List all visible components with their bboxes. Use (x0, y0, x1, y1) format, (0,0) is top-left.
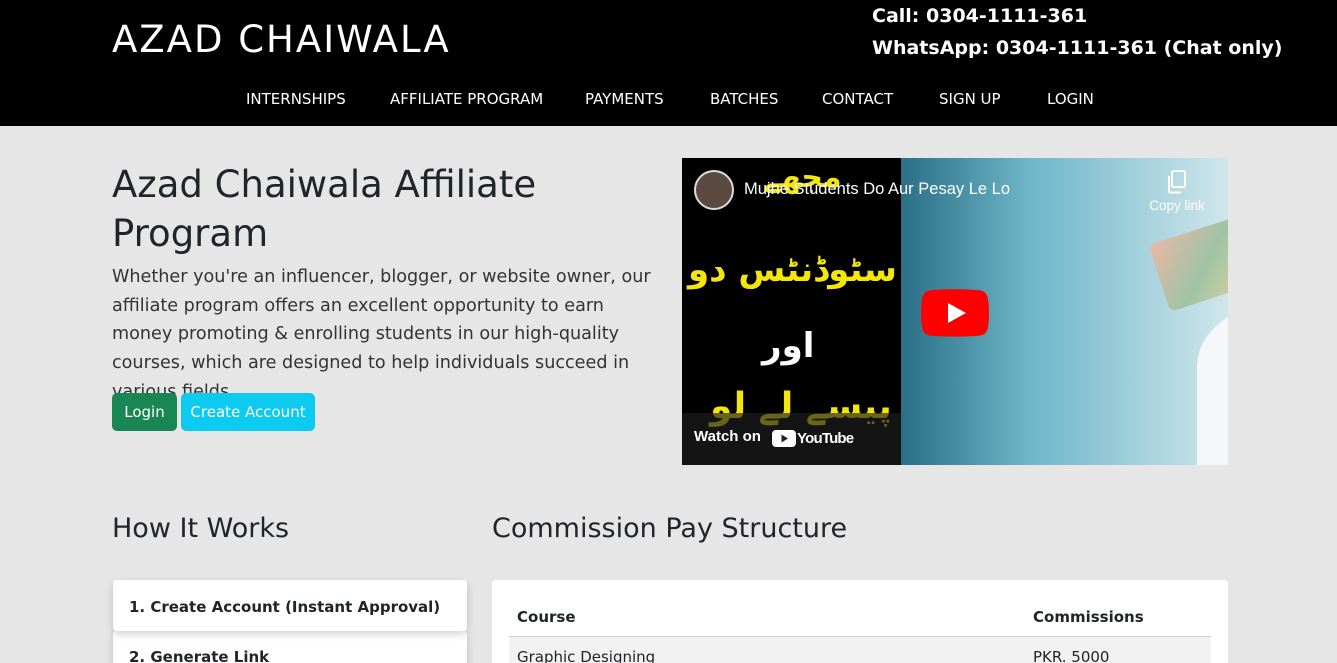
nav-sign-up[interactable]: SIGN UP (939, 88, 1001, 110)
copy-link-label: Copy link (1149, 198, 1205, 213)
copy-link-icon (1168, 170, 1186, 194)
login-button[interactable]: Login (112, 393, 177, 431)
table-cell-commission: PKR. 5000 (1033, 648, 1110, 663)
column-header-course: Course (517, 608, 576, 626)
youtube-wordmark: YouTube (797, 430, 854, 447)
urdu-line-2: سٹوڈنٹس دو (688, 250, 897, 290)
nav-affiliate-program[interactable]: AFFILIATE PROGRAM (390, 88, 543, 110)
nav-payments[interactable]: PAYMENTS (585, 88, 664, 110)
person-body-image (1197, 298, 1228, 465)
step-item[interactable]: 1. Create Account (Instant Approval) (113, 580, 467, 631)
step-label: 1. Create Account (Instant Approval) (129, 598, 441, 616)
column-header-commissions: Commissions (1033, 608, 1144, 626)
channel-avatar[interactable] (694, 170, 734, 210)
nav-login[interactable]: LOGIN (1047, 88, 1094, 110)
youtube-play-icon[interactable] (921, 289, 989, 337)
watch-on-label[interactable]: Watch on (694, 428, 761, 445)
main-nav: INTERNSHIPS AFFILIATE PROGRAM PAYMENTS B… (0, 88, 1337, 110)
contact-info: Call: 0304-1111-361 WhatsApp: 0304-1111-… (872, 0, 1282, 64)
youtube-logo[interactable]: YouTube (772, 428, 854, 447)
call-number[interactable]: Call: 0304-1111-361 (872, 0, 1282, 32)
money-image (1148, 214, 1228, 312)
nav-internships[interactable]: INTERNSHIPS (246, 88, 346, 110)
nav-batches[interactable]: BATCHES (710, 88, 778, 110)
commission-table: Course Commissions Graphic Designing PKR… (492, 580, 1228, 663)
page-title: Azad Chaiwala Affiliate Program (112, 163, 537, 255)
table-cell-course: Graphic Designing (517, 648, 656, 663)
how-it-works-title: How It Works (112, 513, 290, 544)
site-brand[interactable]: AZAD CHAIWALA (112, 18, 451, 61)
whatsapp-number[interactable]: WhatsApp: 0304-1111-361 (Chat only) (872, 32, 1282, 64)
nav-contact[interactable]: CONTACT (822, 88, 893, 110)
site-header: AZAD CHAIWALA Call: 0304-1111-361 WhatsA… (0, 0, 1337, 126)
copy-link-button[interactable]: Copy link (1144, 170, 1210, 213)
video-title[interactable]: Mujhe Students Do Aur Pesay Le Lo (744, 180, 1010, 199)
youtube-embed[interactable]: مجھے سٹوڈنٹس دو اور پیسے لے لو Mujhe Stu… (682, 158, 1228, 465)
urdu-line-3: اور (762, 326, 815, 366)
youtube-logo-icon (772, 430, 796, 447)
commission-title: Commission Pay Structure (492, 513, 848, 544)
create-account-button[interactable]: Create Account (181, 393, 315, 431)
step-item[interactable]: 2. Generate Link (113, 631, 467, 663)
step-label: 2. Generate Link (129, 648, 270, 663)
hero-description: Whether you're an influencer, blogger, o… (112, 267, 651, 402)
